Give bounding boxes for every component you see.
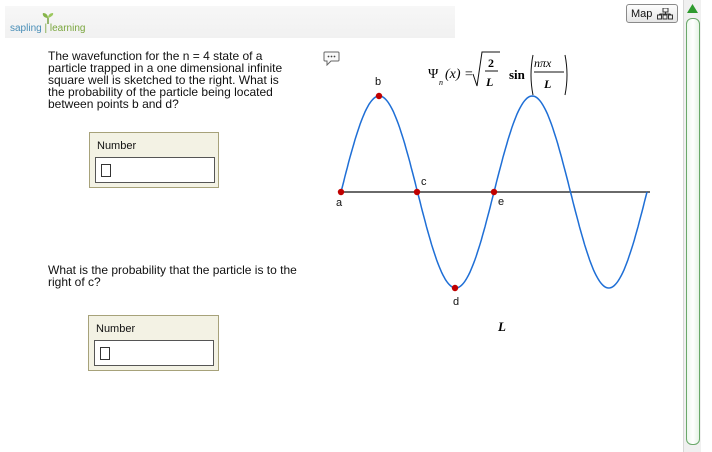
sitemap-icon [657,8,673,20]
point-label-e: e [498,196,504,208]
formula-psi: Ψ [428,67,439,82]
formula-inner-denominator: L [543,77,551,91]
point-b-marker [375,92,383,100]
logo-text: sapling | learning [10,23,85,34]
scroll-up-arrow-icon[interactable] [686,2,699,16]
logo-word-sapling: sapling [10,23,42,34]
wavefunction-formula: Ψ n (x) = 2 L sin nπx L [428,51,568,96]
point-label-a: a [336,197,343,209]
point-label-d: d [453,296,459,308]
formula-argument: (x) = [445,67,474,82]
point-label-c: c [421,176,427,188]
formula-fraction-denominator: L [485,75,493,89]
formula-subscript: n [439,78,443,87]
point-label-b: b [375,76,381,88]
answer-box-1: Number [89,132,219,188]
scrollbar-thumb[interactable] [686,18,700,445]
point-c-marker [413,188,421,196]
formula-right-paren [564,54,568,96]
wavefunction-figure: Ψ n (x) = 2 L sin nπx L a b c d e L [336,51,650,334]
map-button-label: Map [631,8,653,20]
answer-label: Number [96,323,136,335]
answer-input-1[interactable] [95,157,215,183]
formula-inner-numerator: nπx [534,56,552,70]
sapling-learning-logo: sapling | learning [10,12,100,36]
logo-word-learning: learning [49,23,86,34]
answer-label: Number [97,140,137,152]
formula-fraction-numerator: 2 [488,56,494,70]
input-caret-box [100,347,110,360]
input-caret-box [101,164,111,177]
question-1-text: The wavefunction for the n = 4 state of … [48,49,283,111]
logo-separator: | [41,23,50,34]
point-d-marker [451,284,459,292]
window-edge [701,0,712,452]
answer-box-2: Number [88,315,219,371]
question-2-text: What is the probability that the particl… [48,263,297,289]
point-a-marker [337,188,345,196]
point-e-marker [490,188,498,196]
axis-length-label: L [497,319,506,334]
formula-sin: sin [509,67,526,82]
formula-left-paren [530,54,534,96]
map-button[interactable]: Map [626,4,678,23]
vertical-scrollbar[interactable] [683,0,701,452]
answer-input-2[interactable] [94,340,214,366]
